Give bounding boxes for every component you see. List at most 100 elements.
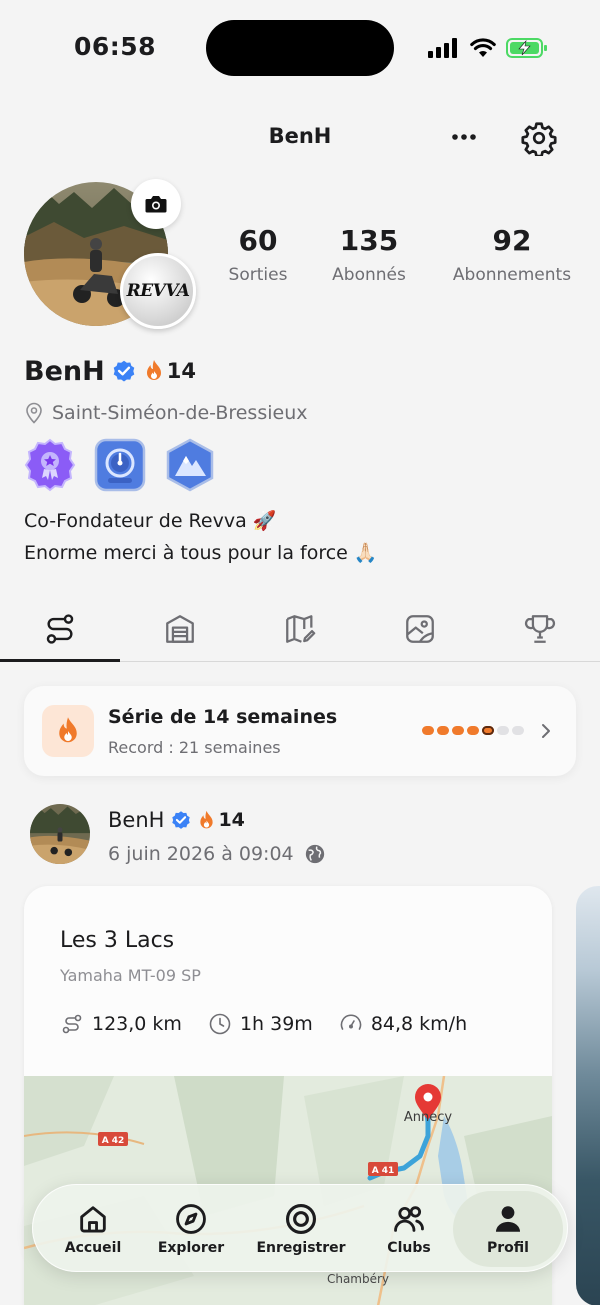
image-icon [406, 614, 434, 643]
tab-home-label: Accueil [64, 1240, 122, 1256]
ride-duration: 1h 39m [208, 1012, 313, 1036]
post-author-name[interactable]: BenH [108, 808, 164, 832]
club-logo: REVVA [126, 281, 190, 301]
garage-icon [166, 614, 194, 643]
avatar-photo [30, 804, 90, 864]
map-label-city: Annecy [404, 1110, 453, 1125]
ride-title: Les 3 Lacs [60, 928, 175, 953]
streak-dot [452, 726, 464, 735]
tab-trophies[interactable] [480, 596, 600, 661]
more-horizontal-icon [452, 134, 476, 140]
achievement-badges [24, 438, 216, 492]
post-author-row: BenH 14 [108, 804, 245, 836]
mountain-badge-icon[interactable] [164, 438, 216, 492]
status-time: 06:58 [74, 32, 157, 61]
wifi-icon [470, 38, 496, 57]
profile-bio: Co-Fondateur de Revva 🚀 Enorme merci à t… [24, 505, 378, 569]
globe-visibility-icon [305, 844, 324, 864]
tab-explore-label: Explorer [157, 1240, 225, 1256]
stat-followers[interactable]: 135 Abonnés [326, 224, 412, 285]
profile-tabs [0, 596, 600, 662]
location-pin-icon [26, 402, 42, 424]
next-card-preview[interactable] [576, 886, 600, 1305]
stat-rides-label: Sorties [228, 265, 288, 285]
more-options-button[interactable] [446, 122, 482, 152]
page-title: BenH [268, 124, 332, 148]
streak-icon-box [42, 705, 94, 757]
trophy-icon [524, 614, 556, 643]
ride-distance-value: 123,0 km [92, 1013, 182, 1035]
stat-following-value: 92 [492, 224, 532, 257]
tab-garage[interactable] [120, 596, 240, 661]
ride-speed-value: 84,8 km/h [370, 1013, 468, 1035]
streak-progress-dots [422, 726, 524, 735]
tab-home[interactable]: Accueil [51, 1185, 135, 1273]
streak-dot [422, 726, 434, 735]
ride-distance: 123,0 km [60, 1012, 182, 1036]
post-date-row: 6 juin 2026 à 09:04 [108, 840, 326, 868]
map-label-city2: Chambéry [327, 1272, 389, 1286]
tab-clubs[interactable]: Clubs [367, 1185, 451, 1273]
bio-line-1: Co-Fondateur de Revva 🚀 [24, 510, 277, 532]
profile-streak-count: 14 [166, 359, 196, 383]
tab-profile[interactable]: Profil [453, 1191, 563, 1267]
settings-button[interactable] [521, 120, 557, 158]
ride-speed: 84,8 km/h [339, 1012, 467, 1036]
tab-record-label: Enregistrer [256, 1240, 346, 1256]
flame-icon [200, 810, 214, 828]
tab-clubs-label: Clubs [387, 1240, 431, 1256]
streak-dot [512, 726, 524, 735]
post-streak-count: 14 [218, 809, 245, 831]
tab-profile-label: Profil [487, 1240, 529, 1256]
route-icon [62, 1014, 82, 1034]
tab-routes-map[interactable] [240, 596, 360, 661]
streak-record: Record : 21 semaines [108, 738, 281, 757]
home-icon [80, 1206, 106, 1233]
route-icon [46, 613, 74, 644]
chevron-right-icon [542, 724, 550, 738]
camera-icon [145, 196, 167, 213]
post-author-avatar[interactable] [30, 804, 90, 864]
status-bar: 06:58 [0, 0, 600, 96]
user-icon [495, 1206, 521, 1232]
location-text: Saint-Siméon-de-Bressieux [52, 402, 308, 424]
stat-rides-value: 60 [238, 224, 278, 257]
map-label-road2: A 41 [372, 1166, 395, 1176]
streak-dot [437, 726, 449, 735]
streak-card[interactable]: Série de 14 semaines Record : 21 semaine… [24, 686, 576, 776]
speedometer-badge-icon[interactable] [94, 438, 146, 492]
ride-bike: Yamaha MT-09 SP [60, 966, 201, 985]
map-edit-icon [286, 614, 316, 643]
location-row: Saint-Siméon-de-Bressieux [24, 398, 308, 428]
verified-icon [172, 811, 191, 829]
streak-dot [467, 726, 479, 735]
stat-rides[interactable]: 60 Sorties [228, 224, 288, 285]
tab-explore[interactable]: Explorer [149, 1185, 233, 1273]
status-icons [428, 36, 548, 60]
bottom-tab-bar: Accueil Explorer Enregistrer Clubs Profi… [32, 1184, 568, 1272]
users-icon [394, 1206, 424, 1232]
tab-rides[interactable] [0, 596, 120, 662]
stat-following-label: Abonnements [452, 265, 572, 285]
ribbon-badge-icon[interactable] [24, 438, 76, 492]
stat-following[interactable]: 92 Abonnements [446, 224, 578, 285]
flame-icon [59, 717, 77, 743]
verified-icon [113, 360, 135, 382]
tab-record[interactable]: Enregistrer [251, 1185, 351, 1273]
dynamic-island [206, 20, 394, 76]
club-badge[interactable]: REVVA [120, 253, 196, 329]
change-photo-button[interactable] [131, 179, 181, 229]
clock-icon [209, 1013, 231, 1035]
compass-icon [176, 1204, 206, 1234]
battery-charging-icon [506, 38, 547, 58]
tab-photos[interactable] [360, 596, 480, 661]
ride-duration-value: 1h 39m [239, 1013, 313, 1035]
gear-icon [521, 122, 557, 158]
map-label-road1: A 42 [102, 1136, 125, 1146]
record-icon [285, 1203, 317, 1235]
streak-title: Série de 14 semaines [108, 706, 338, 728]
profile-name-row: BenH 14 [24, 352, 196, 390]
bio-line-2: Enorme merci à tous pour la force 🙏🏻 [24, 542, 378, 564]
stat-followers-value: 135 [339, 224, 399, 257]
cellular-signal-icon [428, 38, 457, 58]
